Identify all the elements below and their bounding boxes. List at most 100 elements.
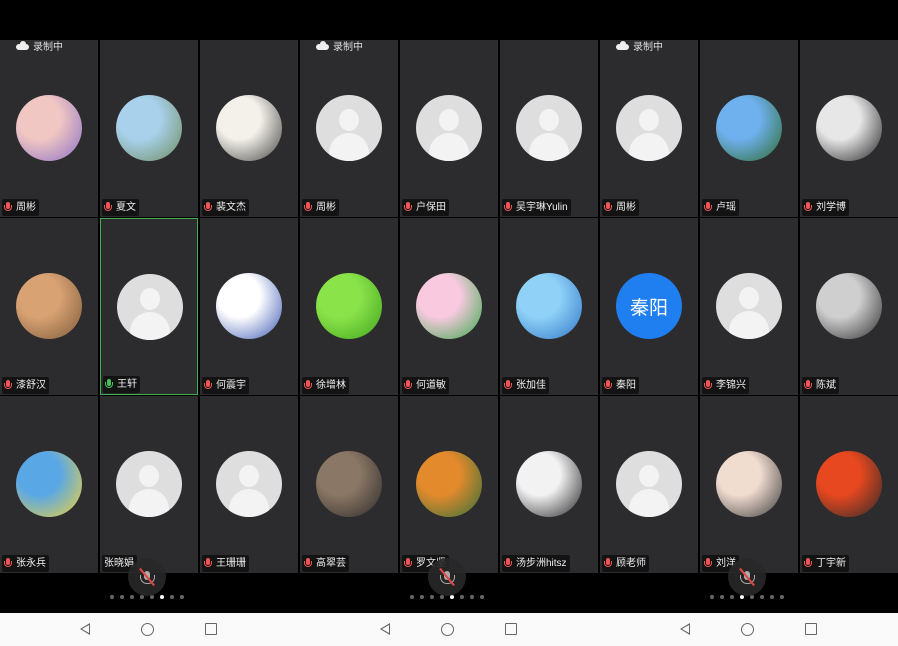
home-icon[interactable] (441, 623, 454, 636)
participant-tile[interactable]: 陈斌 (800, 218, 898, 395)
avatar (416, 451, 482, 517)
page-dot[interactable] (730, 595, 734, 599)
name-tag: 王珊珊 (202, 555, 249, 572)
participant-name: 何道敏 (416, 380, 446, 391)
participant-tile[interactable]: 张加佳 (500, 218, 598, 395)
participant-tile[interactable]: 刘洋 (700, 396, 798, 573)
participant-name: 高翠芸 (316, 558, 346, 569)
mic-icon (304, 558, 313, 569)
page-dot[interactable] (170, 595, 174, 599)
mic-icon (404, 202, 413, 213)
avatar (416, 273, 482, 339)
mic-icon (704, 558, 713, 569)
participant-tile[interactable]: 顾老师 (600, 396, 698, 573)
mic-icon (604, 380, 613, 391)
page-dot[interactable] (430, 595, 434, 599)
participant-tile[interactable]: 周彬 (300, 40, 398, 217)
participant-tile[interactable]: 王轩 (100, 218, 198, 395)
mute-button[interactable] (128, 558, 166, 596)
page-dot[interactable] (120, 595, 124, 599)
mic-icon (304, 202, 313, 213)
participant-name: 丁宇新 (816, 558, 846, 569)
name-tag: 顾老师 (602, 555, 649, 572)
participant-name: 陈斌 (816, 380, 836, 391)
name-tag: 周彬 (302, 199, 339, 216)
participant-tile[interactable]: 裴文杰 (200, 40, 298, 217)
mic-icon (504, 380, 513, 391)
participant-tile[interactable]: 漆舒汉 (0, 218, 98, 395)
android-nav-bar (0, 613, 898, 646)
participant-name: 秦阳 (616, 380, 636, 391)
participant-tile[interactable]: 张晓娟 (100, 396, 198, 573)
page-dot[interactable] (720, 595, 724, 599)
mic-icon (604, 202, 613, 213)
page-dot[interactable] (410, 595, 414, 599)
participant-tile[interactable]: 李锦兴 (700, 218, 798, 395)
back-icon[interactable] (680, 623, 690, 635)
participant-tile[interactable]: 罗文坚 (400, 396, 498, 573)
name-tag: 裴文杰 (202, 199, 249, 216)
avatar (516, 451, 582, 517)
participant-tile[interactable]: 汤步洲hitsz (500, 396, 598, 573)
back-icon[interactable] (80, 623, 90, 635)
mic-icon (804, 558, 813, 569)
page-dot[interactable] (760, 595, 764, 599)
name-tag: 何道敏 (402, 377, 449, 394)
participant-name: 户保田 (416, 202, 446, 213)
mic-icon (504, 558, 513, 569)
participant-tile[interactable]: 刘学博 (800, 40, 898, 217)
cloud-icon (616, 40, 629, 50)
participant-name: 汤步洲hitsz (516, 558, 567, 569)
name-tag: 夏文 (102, 199, 139, 216)
participant-tile[interactable]: 夏文 (100, 40, 198, 217)
avatar (716, 451, 782, 517)
participant-tile[interactable]: 丁宇新 (800, 396, 898, 573)
participant-name: 吴宇琳Yulin (516, 202, 568, 213)
page-dot[interactable] (710, 595, 714, 599)
participant-tile[interactable]: 卢瑶 (700, 40, 798, 217)
name-tag: 周彬 (602, 199, 639, 216)
participant-tile[interactable]: 秦阳 秦阳 (600, 218, 698, 395)
name-tag: 吴宇琳Yulin (502, 199, 571, 216)
page-dot[interactable] (180, 595, 184, 599)
name-tag: 李锦兴 (702, 377, 749, 394)
participant-tile[interactable]: 周彬 (0, 40, 98, 217)
page-dot[interactable] (420, 595, 424, 599)
recording-label: 录制中 (633, 42, 663, 53)
avatar (316, 273, 382, 339)
page-dot[interactable] (460, 595, 464, 599)
recent-apps-icon[interactable] (505, 623, 517, 635)
participant-tile[interactable]: 高翠芸 (300, 396, 398, 573)
participant-tile[interactable]: 何震宇 (200, 218, 298, 395)
participant-name: 张永兵 (16, 558, 46, 569)
recent-apps-icon[interactable] (205, 623, 217, 635)
home-icon[interactable] (141, 623, 154, 636)
avatar (16, 451, 82, 517)
default-avatar-icon (117, 274, 183, 340)
name-tag: 何震宇 (202, 377, 249, 394)
default-avatar-icon (516, 95, 582, 161)
mic-icon (4, 202, 13, 213)
page-dot[interactable] (770, 595, 774, 599)
avatar (16, 95, 82, 161)
back-icon[interactable] (380, 623, 390, 635)
participant-tile[interactable]: 王珊珊 (200, 396, 298, 573)
page-dot[interactable] (470, 595, 474, 599)
participant-tile[interactable]: 张永兵 (0, 396, 98, 573)
page-dot[interactable] (110, 595, 114, 599)
participant-tile[interactable]: 吴宇琳Yulin (500, 40, 598, 217)
participant-tile[interactable]: 周彬 (600, 40, 698, 217)
home-icon[interactable] (741, 623, 754, 636)
page-dot[interactable] (480, 595, 484, 599)
mute-button[interactable] (728, 558, 766, 596)
participant-tile[interactable]: 徐增林 (300, 218, 398, 395)
default-avatar-icon (216, 451, 282, 517)
page-dot[interactable] (160, 595, 164, 599)
recording-indicator: 录制中 (316, 38, 363, 53)
recent-apps-icon[interactable] (805, 623, 817, 635)
participant-tile[interactable]: 何道敏 (400, 218, 498, 395)
participant-tile[interactable]: 户保田 (400, 40, 498, 217)
page-dot[interactable] (780, 595, 784, 599)
mute-button[interactable] (428, 558, 466, 596)
page-dot[interactable] (130, 595, 134, 599)
